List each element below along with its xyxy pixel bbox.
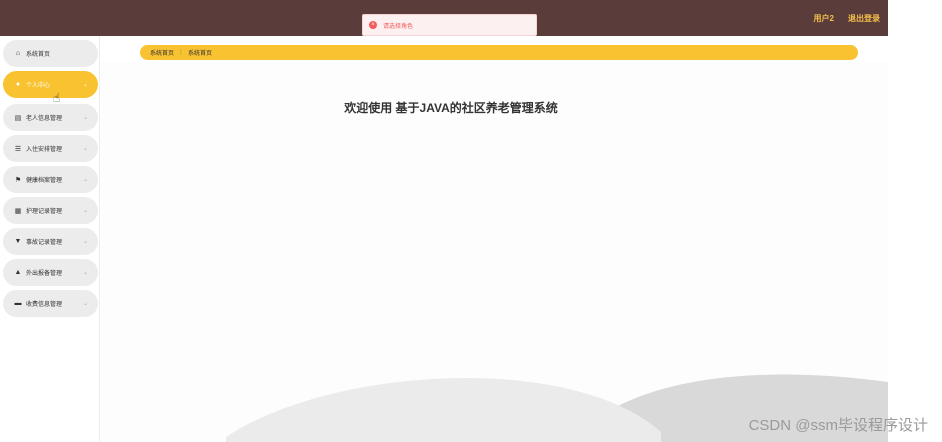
breadcrumb-separator: ⋮ [178, 50, 185, 56]
sidebar-item-profile[interactable]: ● 个人中心 ⌄ [3, 71, 98, 98]
monitor-icon: ▬ [14, 300, 22, 307]
chevron-down-icon: ⌄ [82, 177, 88, 183]
breadcrumb-item-current: 系统首页 [188, 51, 213, 57]
sidebar-item-billing[interactable]: ▬ 收费信息管理 ⌄ [3, 290, 98, 317]
user-icon: ● [15, 81, 21, 88]
chevron-down-icon: ⌄ [82, 270, 88, 276]
sidebar-item-outing[interactable]: ▲ 外出报备管理 ⌄ [3, 259, 98, 286]
chevron-down-icon: ⌄ [82, 208, 88, 214]
mouse-pointer-icon: ☝ [53, 91, 61, 105]
chevron-down-icon: ⌄ [82, 146, 88, 152]
car-icon: ▲ [14, 269, 22, 276]
sidebar: ⌂ 系统首页 ● 个人中心 ⌄ ▤ 老人信息管理 ⌄ ☰ 入住安排管理 ⌄ ⚑ … [0, 36, 100, 442]
grid-icon: ▦ [14, 207, 22, 215]
chevron-down-icon: ⌄ [82, 115, 88, 121]
pin-icon: ▼ [14, 238, 22, 245]
sidebar-item-checkin[interactable]: ☰ 入住安排管理 ⌄ [3, 135, 98, 162]
sidebar-item-nursing[interactable]: ▦ 护理记录管理 ⌄ [3, 197, 98, 224]
decorative-hills [226, 374, 888, 442]
toast-message: 请选择角色 [383, 23, 414, 30]
sidebar-item-elder-info[interactable]: ▤ 老人信息管理 ⌄ [3, 104, 98, 131]
sidebar-item-label: 个人中心 [26, 83, 51, 89]
sidebar-item-label: 外出报备管理 [26, 271, 63, 277]
sidebar-item-label: 系统首页 [26, 52, 51, 58]
error-toast: × 请选择角色 [362, 14, 537, 36]
list-icon: ☰ [14, 145, 22, 153]
sidebar-item-health[interactable]: ⚑ 健康档案管理 ⌄ [3, 166, 98, 193]
sidebar-item-home[interactable]: ⌂ 系统首页 [3, 40, 98, 67]
chevron-down-icon: ⌄ [82, 82, 88, 88]
app-root: 用户2 退出登录 × 请选择角色 ⌂ 系统首页 ● 个人中心 ⌄ ▤ 老人信息管… [0, 0, 942, 442]
home-icon: ⌂ [15, 50, 21, 57]
sidebar-item-label: 收费信息管理 [26, 302, 63, 308]
sidebar-item-label: 事故记录管理 [26, 240, 63, 246]
breadcrumb: 系统首页 ⋮ 系统首页 [140, 45, 858, 60]
chevron-down-icon: ⌄ [82, 239, 88, 245]
sidebar-item-label: 健康档案管理 [26, 178, 63, 184]
sidebar-item-label: 老人信息管理 [26, 116, 63, 122]
logout-link[interactable]: 退出登录 [848, 13, 880, 24]
error-icon: × [369, 21, 377, 29]
main-content: 欢迎使用 基于JAVA的社区养老管理系统 [101, 62, 888, 442]
chevron-down-icon: ⌄ [82, 301, 88, 307]
sidebar-item-label: 护理记录管理 [26, 209, 63, 215]
flag-icon: ⚑ [14, 176, 22, 184]
document-icon: ▤ [14, 114, 22, 122]
watermark-text: CSDN @ssm毕设程序设计 [748, 417, 928, 434]
top-right-actions: 用户2 退出登录 [814, 0, 880, 36]
current-user-label: 用户2 [813, 13, 834, 23]
sidebar-item-accident[interactable]: ▼ 事故记录管理 ⌄ [3, 228, 98, 255]
breadcrumb-item-home[interactable]: 系统首页 [150, 48, 174, 57]
sidebar-item-label: 入住安排管理 [26, 147, 63, 153]
